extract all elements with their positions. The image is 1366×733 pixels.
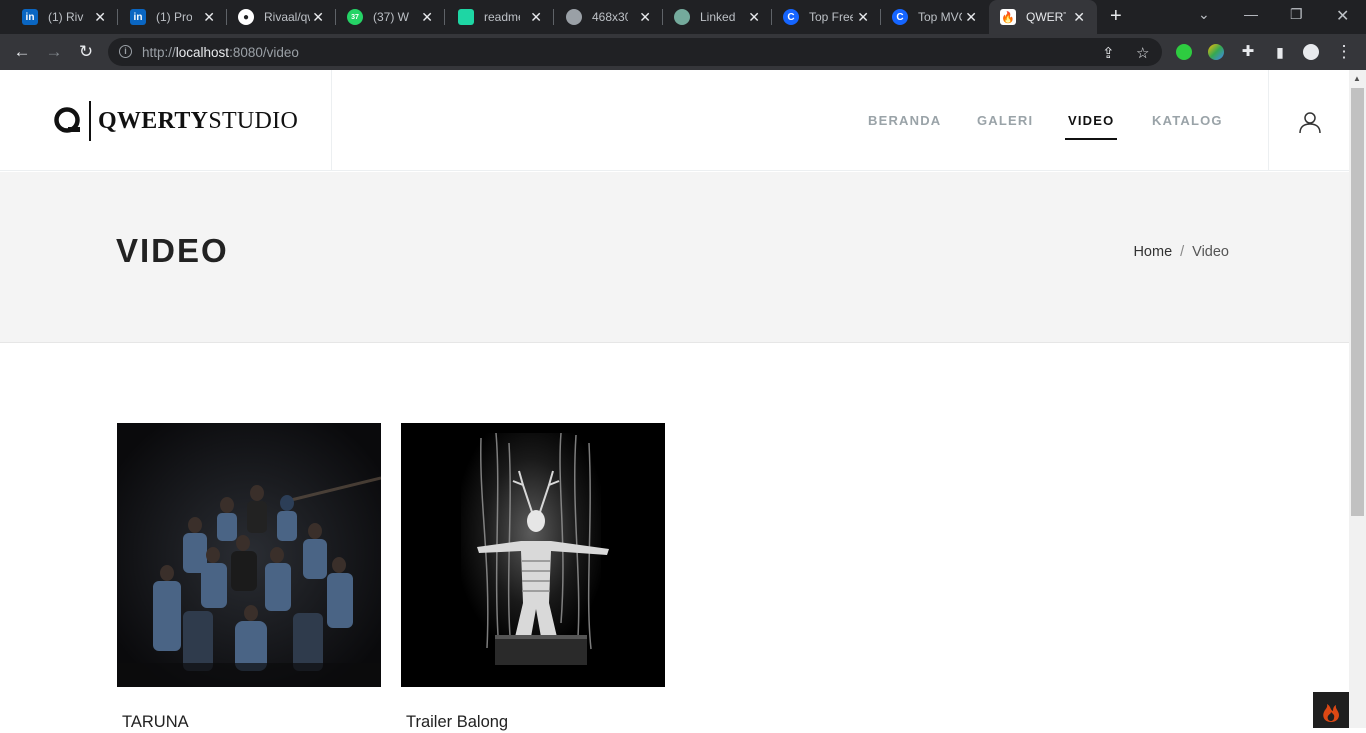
site-header: QWERTYSTUDIO BERANDA GALERI VIDEO KATALO… xyxy=(0,70,1349,171)
browser-tab[interactable]: readme.so ✕ xyxy=(445,0,554,34)
browser-tab-bar: in (1) Rivaldo ✕ in (1) Project ✕ ● Riva… xyxy=(0,0,1366,34)
qwerty-logo-icon xyxy=(54,107,80,133)
address-bar[interactable]: i http://localhost:8080/video ⇪ ☆ xyxy=(108,38,1162,66)
bookmark-star-icon[interactable]: ☆ xyxy=(1136,44,1149,62)
close-tab-icon[interactable]: ✕ xyxy=(1073,9,1085,25)
user-icon xyxy=(1299,112,1321,134)
video-title[interactable]: Trailer Balong xyxy=(406,713,508,732)
browser-tab[interactable]: LinkedIn ✕ xyxy=(663,0,772,34)
codeigniter-debug-toolbar-button[interactable] xyxy=(1313,692,1349,728)
breadcrumb-separator: / xyxy=(1180,244,1185,260)
scrollbar-thumb[interactable] xyxy=(1351,88,1364,516)
page-title: VIDEO xyxy=(116,232,229,269)
extensions-puzzle-icon[interactable]: ✚ xyxy=(1238,42,1258,62)
globe-icon xyxy=(566,9,582,25)
close-tab-icon[interactable]: ✕ xyxy=(530,9,542,25)
forward-icon[interactable]: → xyxy=(44,42,64,62)
new-tab-button[interactable]: + xyxy=(1110,6,1128,26)
nav-active-underline xyxy=(1065,138,1117,140)
close-tab-icon[interactable]: ✕ xyxy=(748,9,760,25)
nav-video[interactable]: VIDEO xyxy=(1068,113,1114,128)
profile-avatar-icon[interactable] xyxy=(1303,44,1319,60)
video-title[interactable]: TARUNA xyxy=(122,713,189,732)
github-icon: ● xyxy=(238,9,254,25)
browser-tab[interactable]: 37 (37) WhatsApp ✕ xyxy=(336,0,445,34)
side-panel-icon[interactable]: ▮ xyxy=(1270,42,1290,62)
scroll-up-arrow-icon[interactable]: ▲ xyxy=(1353,74,1361,83)
group-photo-image xyxy=(117,423,381,687)
browser-tab[interactable]: C Top MVC ✕ xyxy=(881,0,989,34)
user-account-button[interactable] xyxy=(1268,70,1349,171)
video-card[interactable]: Trailer Balong xyxy=(401,423,665,731)
close-window-icon[interactable]: ✕ xyxy=(1336,6,1349,26)
logo-divider xyxy=(89,101,91,141)
linkedin-icon: in xyxy=(22,9,38,25)
codeigniter-flame-icon xyxy=(1323,704,1339,722)
extension-green-icon[interactable] xyxy=(1176,44,1192,60)
readme-icon xyxy=(458,9,474,25)
close-tab-icon[interactable]: ✕ xyxy=(421,9,433,25)
browser-tab-active[interactable]: 🔥 QWERTY ✕ xyxy=(989,0,1097,34)
browser-tab[interactable]: in (1) Rivaldo ✕ xyxy=(8,0,118,34)
site-info-icon[interactable]: i xyxy=(119,45,132,58)
breadcrumb-home-link[interactable]: Home xyxy=(1133,244,1172,260)
close-tab-icon[interactable]: ✕ xyxy=(857,9,869,25)
nav-beranda[interactable]: BERANDA xyxy=(868,113,941,128)
browser-tab[interactable]: C Top Free ✕ xyxy=(772,0,881,34)
nav-galeri[interactable]: GALERI xyxy=(977,113,1033,128)
restore-icon[interactable]: ❐ xyxy=(1290,6,1303,23)
logo-link[interactable]: QWERTYSTUDIO xyxy=(0,70,332,171)
extension-colorful-icon[interactable] xyxy=(1208,44,1224,60)
browser-tab[interactable]: ● Rivaal/qwerty ✕ xyxy=(227,0,336,34)
nav-katalog[interactable]: KATALOG xyxy=(1152,113,1223,128)
share-icon[interactable]: ⇪ xyxy=(1102,44,1115,62)
video-thumbnail[interactable] xyxy=(117,423,381,687)
close-tab-icon[interactable]: ✕ xyxy=(94,9,106,25)
video-thumbnail[interactable] xyxy=(401,423,665,687)
close-tab-icon[interactable]: ✕ xyxy=(639,9,651,25)
back-icon[interactable]: ← xyxy=(12,42,32,62)
url-text[interactable]: http://localhost:8080/video xyxy=(142,45,299,60)
linkedin-icon: in xyxy=(130,9,146,25)
close-tab-icon[interactable]: ✕ xyxy=(312,9,324,25)
close-tab-icon[interactable]: ✕ xyxy=(965,9,977,25)
openai-icon xyxy=(674,9,690,25)
menu-kebab-icon[interactable]: ⋮ xyxy=(1334,42,1354,62)
browser-tab[interactable]: 468x300 ✕ xyxy=(554,0,663,34)
logo-text: QWERTYSTUDIO xyxy=(98,108,299,134)
codeigniter-icon: 🔥 xyxy=(1000,9,1016,25)
c-icon: C xyxy=(783,9,799,25)
c-icon: C xyxy=(892,9,908,25)
stage-performer-image xyxy=(401,423,665,687)
reload-icon[interactable]: ↻ xyxy=(76,42,96,62)
tab-search-icon[interactable]: ⌄ xyxy=(1198,6,1210,23)
browser-toolbar: ← → ↻ i http://localhost:8080/video ⇪ ☆ … xyxy=(0,34,1366,70)
browser-tab[interactable]: in (1) Project ✕ xyxy=(118,0,227,34)
video-card[interactable]: TARUNA xyxy=(117,423,381,731)
page-scrollbar[interactable]: ▲ xyxy=(1349,70,1366,728)
breadcrumb-current: Video xyxy=(1192,244,1229,260)
close-tab-icon[interactable]: ✕ xyxy=(203,9,215,25)
breadcrumb: Home / Video xyxy=(1133,244,1229,260)
whatsapp-icon: 37 xyxy=(347,9,363,25)
minimize-icon[interactable]: — xyxy=(1244,6,1258,22)
page-title-banner: VIDEO Home / Video xyxy=(0,172,1349,343)
